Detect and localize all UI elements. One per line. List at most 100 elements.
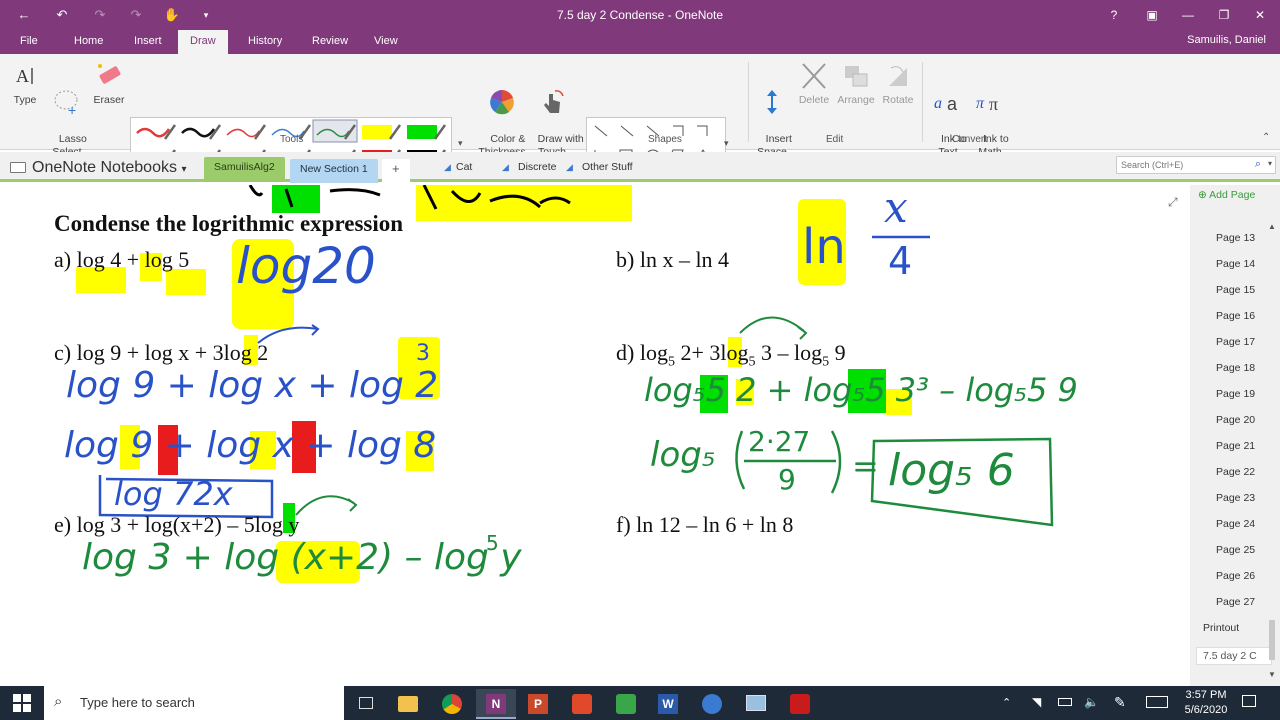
minimize-button[interactable]: — (1170, 0, 1206, 30)
keyboard-icon[interactable] (1146, 696, 1168, 720)
redo-alt-icon[interactable]: ↷ (126, 5, 146, 25)
undo-icon[interactable]: ↶ (52, 5, 72, 25)
section-tab-samuilisalg2[interactable]: SamuilisAlg2 (204, 157, 285, 181)
tab-file[interactable]: File (8, 30, 50, 54)
page-canvas[interactable]: Condense the logrithmic expression a) lo… (0, 185, 1190, 686)
page-item-26[interactable]: Page 26 (1216, 570, 1255, 582)
page-item-24[interactable]: Page 24 (1216, 518, 1255, 530)
page-list-scrollbar[interactable]: ▲ ▼ (1266, 222, 1278, 682)
eraser-tool[interactable]: Eraser (92, 60, 126, 130)
collapse-ribbon-icon[interactable]: ⌃ (1262, 132, 1270, 143)
rotate-button[interactable]: Rotate (880, 60, 916, 130)
add-section-button[interactable]: + (382, 159, 410, 183)
camtasia-recorder-icon[interactable] (606, 689, 646, 719)
pen-swatch[interactable] (312, 119, 358, 143)
tab-history[interactable]: History (236, 30, 294, 54)
arrange-button[interactable]: Arrange (834, 60, 878, 130)
acrobat-icon[interactable] (780, 689, 820, 719)
battery-icon[interactable] (1058, 698, 1072, 720)
page-item-15[interactable]: Page 15 (1216, 284, 1255, 296)
scroll-down-icon[interactable]: ▼ (1268, 670, 1276, 679)
clock-time: 3:57 PM (1185, 689, 1227, 701)
tab-view[interactable]: View (362, 30, 410, 54)
clock[interactable]: 3:57 PM 5/6/2020 (1184, 688, 1228, 720)
user-name[interactable]: Samuilis, Daniel (1187, 34, 1266, 46)
scroll-thumb[interactable] (1269, 620, 1275, 660)
windows-start-icon[interactable] (12, 693, 32, 713)
tray-chevron-icon[interactable]: ⌃ (1002, 696, 1011, 720)
help-button[interactable]: ? (1096, 0, 1132, 30)
draw-with-touch-button[interactable]: Draw with Touch (526, 60, 584, 158)
taskbar-search-placeholder: Type here to search (80, 695, 195, 710)
shortcut-cat[interactable]: Cat (456, 161, 472, 173)
problem-d: d) log5 2+ 3log5 3 – log5 9 (616, 340, 846, 370)
back-icon[interactable]: ← (14, 5, 34, 25)
file-explorer-icon[interactable] (388, 689, 428, 719)
page-item-18[interactable]: Page 18 (1216, 362, 1255, 374)
task-view-icon[interactable] (346, 689, 386, 719)
pen-swatch[interactable] (407, 124, 447, 140)
wifi-icon[interactable]: ◥ (1032, 695, 1041, 720)
color-thickness-button[interactable]: Color & Thickness (478, 60, 526, 158)
camtasia-icon[interactable] (562, 689, 602, 719)
page-item-21[interactable]: Page 21 (1216, 440, 1255, 452)
add-page-button[interactable]: ⊕ Add Page (1198, 189, 1255, 201)
word-icon[interactable]: W (648, 689, 688, 719)
pen-swatch[interactable] (226, 124, 267, 140)
close-button[interactable]: ✕ (1242, 0, 1278, 30)
lasso-select-tool[interactable]: + Lasso Select (46, 60, 88, 158)
chrome-icon[interactable] (432, 689, 472, 719)
tab-draw[interactable]: Draw (178, 30, 228, 54)
page-item-22[interactable]: Page 22 (1216, 466, 1255, 478)
ribbon-tabs: File Home Insert Draw History Review Vie… (0, 30, 1280, 54)
page-item-13[interactable]: Page 13 (1216, 232, 1255, 244)
page-item-27[interactable]: Page 27 (1216, 596, 1255, 608)
scroll-up-icon[interactable]: ▲ (1268, 222, 1276, 231)
page-item-printout[interactable]: Printout (1203, 622, 1239, 634)
page-item-16[interactable]: Page 16 (1216, 310, 1255, 322)
page-item-23[interactable]: Page 23 (1216, 492, 1255, 504)
shapes-more-icon[interactable]: ▾ (724, 138, 729, 149)
insert-space-button[interactable]: Insert Space (754, 60, 792, 158)
pen-workspace-icon[interactable]: ✎ (1114, 694, 1126, 720)
page-item-20[interactable]: Page 20 (1216, 414, 1255, 426)
search-box[interactable]: Search (Ctrl+E) ⌕ ▾ (1116, 156, 1276, 174)
highlight-mark (416, 185, 632, 221)
pen-swatch[interactable] (362, 124, 402, 140)
tab-insert[interactable]: Insert (122, 30, 174, 54)
remote-desktop-icon[interactable] (736, 689, 776, 719)
network-app-icon[interactable] (692, 689, 732, 719)
full-screen-icon[interactable]: ▣ (1134, 0, 1170, 30)
pen-gallery-more-icon[interactable]: ▾ (458, 138, 463, 149)
expand-icon[interactable]: ⤢ (1168, 195, 1178, 210)
notebooks-dropdown[interactable]: OneNote Notebooks ▾ (32, 159, 186, 177)
shortcut-discrete[interactable]: Discrete (518, 161, 557, 173)
tab-home[interactable]: Home (62, 30, 115, 54)
page-item-current[interactable]: 7.5 day 2 C (1196, 647, 1272, 665)
search-icon: ⌕ (1254, 158, 1261, 170)
ink-to-text-button[interactable]: aa Ink to Text (928, 60, 968, 158)
redo-icon[interactable]: ↷ (90, 5, 110, 25)
touch-mode-icon[interactable]: ✋ (162, 5, 182, 25)
problem-d-part: 2+ 3log (674, 340, 749, 365)
page-item-25[interactable]: Page 25 (1216, 544, 1255, 556)
delete-button[interactable]: Delete (796, 60, 832, 130)
powerpoint-icon[interactable]: P (518, 689, 558, 719)
page-item-17[interactable]: Page 17 (1216, 336, 1255, 348)
volume-icon[interactable]: 🔈 (1084, 695, 1099, 720)
customize-toolbar-icon[interactable]: ▾ (196, 5, 216, 25)
color-wheel-icon (490, 90, 514, 115)
maximize-button[interactable]: ❐ (1206, 0, 1242, 30)
onenote-icon[interactable]: N (476, 689, 516, 719)
page-item-19[interactable]: Page 19 (1216, 388, 1255, 400)
section-tab-new-section-1[interactable]: New Section 1 (290, 159, 378, 183)
pen-swatch[interactable] (181, 124, 222, 140)
type-tool[interactable]: A Type (10, 60, 40, 130)
ink-to-math-button[interactable]: ππ Ink to Math (970, 60, 1010, 158)
shortcut-other-stuff[interactable]: Other Stuff (582, 161, 633, 173)
notifications-icon[interactable] (1242, 695, 1256, 720)
page-item-14[interactable]: Page 14 (1216, 258, 1255, 270)
taskbar-search[interactable]: ⌕ Type here to search (44, 686, 344, 720)
pen-swatch[interactable] (136, 124, 177, 140)
tab-review[interactable]: Review (300, 30, 360, 54)
